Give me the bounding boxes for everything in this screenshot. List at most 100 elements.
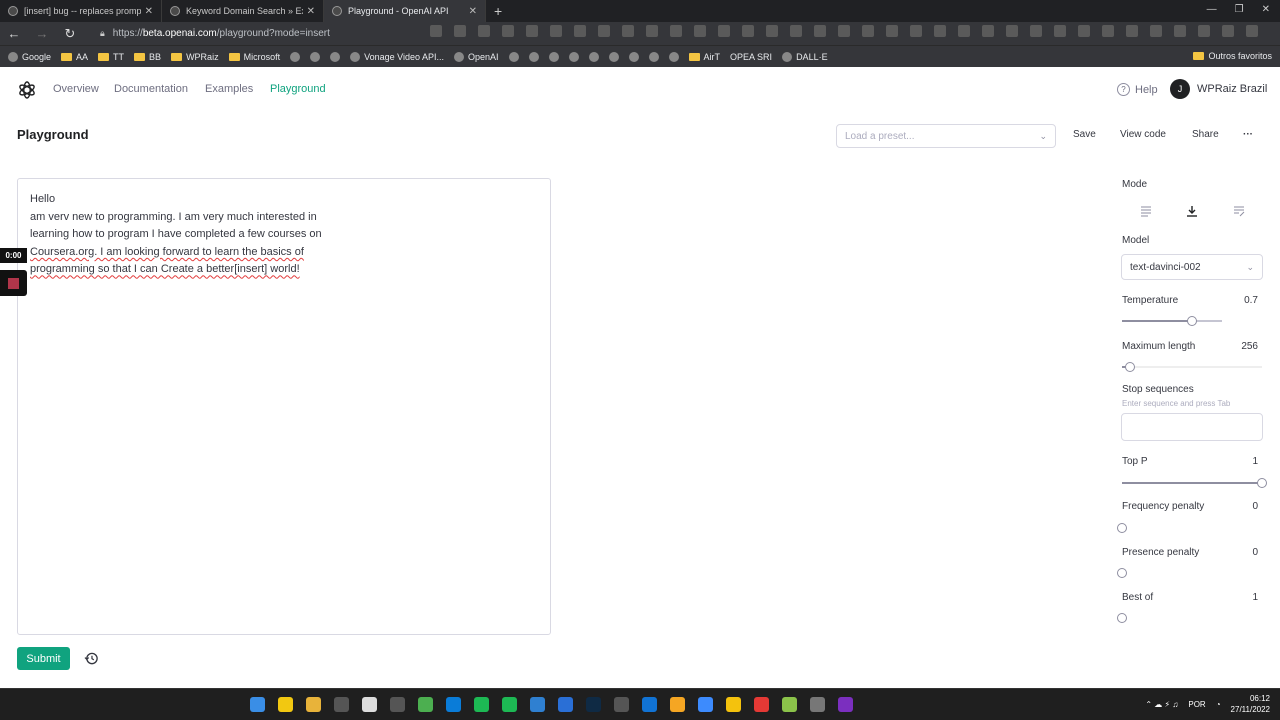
app-icon[interactable] [754, 697, 769, 712]
wifi-icon[interactable]: ◔ [1216, 700, 1221, 709]
address-bar[interactable]: 🔒︎ https://beta.openai.com/playground?mo… [100, 25, 460, 43]
slider-handle[interactable] [1257, 478, 1267, 488]
slider-handle[interactable] [1187, 316, 1197, 326]
nav-examples[interactable]: Examples [205, 83, 253, 95]
nav-documentation[interactable]: Documentation [114, 83, 188, 95]
sticky-notes-icon[interactable] [278, 697, 293, 712]
close-tab-icon[interactable]: ✕ [469, 6, 477, 17]
extension-icon[interactable] [478, 25, 490, 37]
minimize-icon[interactable]: — [1207, 4, 1217, 15]
temperature-slider[interactable] [1122, 316, 1222, 326]
slider-handle[interactable] [1117, 523, 1127, 533]
presence-penalty-slider[interactable] [1117, 568, 1262, 578]
bookmark-folder-wpraiz[interactable]: WPRaiz [171, 52, 219, 62]
chrome-icon[interactable] [418, 697, 433, 712]
extension-icon[interactable] [1102, 25, 1114, 37]
save-button[interactable]: Save [1073, 129, 1096, 140]
terminal-icon[interactable] [614, 697, 629, 712]
close-tab-icon[interactable]: ✕ [145, 6, 153, 17]
photoshop-icon[interactable] [586, 697, 601, 712]
model-select[interactable]: text-davinci-002 ⌄ [1121, 254, 1263, 280]
bookmark-icon[interactable] [528, 51, 539, 62]
extension-icon[interactable] [694, 25, 706, 37]
extension-icon[interactable] [550, 25, 562, 37]
onenote-icon[interactable] [838, 697, 853, 712]
gear-icon[interactable] [810, 697, 825, 712]
prompt-editor[interactable]: Hello am verv new to programming. I am v… [17, 178, 551, 635]
close-window-icon[interactable]: ✕ [1262, 4, 1270, 15]
extension-icon[interactable] [1054, 25, 1066, 37]
browser-tab-3[interactable]: Playground - OpenAI API ✕ [324, 0, 486, 22]
bookmark-icon[interactable] [668, 51, 679, 62]
system-clock[interactable]: 06:12 27/11/2022 [1231, 693, 1270, 715]
vscode-icon[interactable] [530, 697, 545, 712]
extension-icon[interactable] [742, 25, 754, 37]
preset-select[interactable]: Load a preset... ⌄ [836, 124, 1056, 148]
extension-icon[interactable] [1246, 25, 1258, 37]
miro-icon[interactable] [726, 697, 741, 712]
close-tab-icon[interactable]: ✕ [307, 6, 315, 17]
bookmark-folder-aa[interactable]: AA [61, 52, 88, 62]
extension-icon[interactable] [862, 25, 874, 37]
bookmark-icon[interactable] [568, 51, 579, 62]
view-code-button[interactable]: View code [1120, 129, 1166, 140]
extension-icon[interactable] [910, 25, 922, 37]
github-icon[interactable] [508, 51, 519, 62]
bookmark-google[interactable]: Google [8, 51, 51, 62]
top-p-slider[interactable] [1122, 478, 1267, 488]
extension-icon[interactable] [718, 25, 730, 37]
extension-icon[interactable] [982, 25, 994, 37]
browser-tab-2[interactable]: Keyword Domain Search » Expire ✕ [162, 0, 324, 22]
share-button[interactable]: Share [1192, 129, 1219, 140]
github-icon[interactable] [548, 51, 559, 62]
extension-icon[interactable] [814, 25, 826, 37]
outlook-icon[interactable] [642, 697, 657, 712]
extension-icon[interactable] [1006, 25, 1018, 37]
new-tab-icon[interactable]: + [494, 3, 502, 19]
extension-icon[interactable] [1078, 25, 1090, 37]
notion-icon[interactable] [362, 697, 377, 712]
slider-handle[interactable] [1117, 568, 1127, 578]
frequency-penalty-slider[interactable] [1117, 523, 1262, 533]
submit-button[interactable]: Submit [17, 647, 70, 670]
extension-icon[interactable] [574, 25, 586, 37]
history-icon[interactable] [84, 651, 99, 666]
nav-playground[interactable]: Playground [270, 83, 326, 95]
forward-icon[interactable]: → [28, 26, 56, 41]
calendar-icon[interactable] [558, 697, 573, 712]
insert-mode-icon[interactable] [1186, 205, 1198, 217]
extension-icon[interactable] [1174, 25, 1186, 37]
bookmark-icon[interactable] [608, 51, 619, 62]
bookmark-icon[interactable] [290, 51, 301, 62]
openai-app-icon[interactable] [334, 697, 349, 712]
help-link[interactable]: ? Help [1117, 83, 1158, 96]
extension-icon[interactable] [622, 25, 634, 37]
bookmark-openai[interactable]: OpenAI [454, 51, 499, 62]
extension-icon[interactable] [1030, 25, 1042, 37]
extension-icon[interactable] [1150, 25, 1162, 37]
chatgpt-icon[interactable] [474, 697, 489, 712]
edit-mode-icon[interactable] [1233, 205, 1245, 217]
slider-handle[interactable] [1117, 613, 1127, 623]
extension-icon[interactable] [526, 25, 538, 37]
input-language[interactable]: POR [1188, 700, 1205, 709]
bookmark-icon[interactable] [310, 51, 321, 62]
more-options-icon[interactable]: ··· [1243, 129, 1253, 140]
openai-logo-icon[interactable] [17, 80, 37, 100]
extension-icon[interactable] [886, 25, 898, 37]
settings-icon[interactable] [390, 697, 405, 712]
bookmark-folder-bb[interactable]: BB [134, 52, 161, 62]
extension-icon[interactable] [790, 25, 802, 37]
windows-start-icon[interactable] [250, 697, 265, 712]
notepadplusplus-icon[interactable] [782, 697, 797, 712]
spotify-icon[interactable] [502, 697, 517, 712]
browser-tab-1[interactable]: [insert] bug -- replaces prompt t ✕ [0, 0, 162, 22]
account-menu[interactable]: J WPRaiz Brazil [1170, 79, 1267, 99]
notepad-icon[interactable] [698, 697, 713, 712]
restore-icon[interactable]: ❐ [1235, 4, 1244, 15]
nav-overview[interactable]: Overview [53, 83, 99, 95]
extension-icon[interactable] [430, 25, 442, 37]
extension-icon[interactable] [1222, 25, 1234, 37]
sublime-icon[interactable] [670, 697, 685, 712]
extension-icon[interactable] [670, 25, 682, 37]
